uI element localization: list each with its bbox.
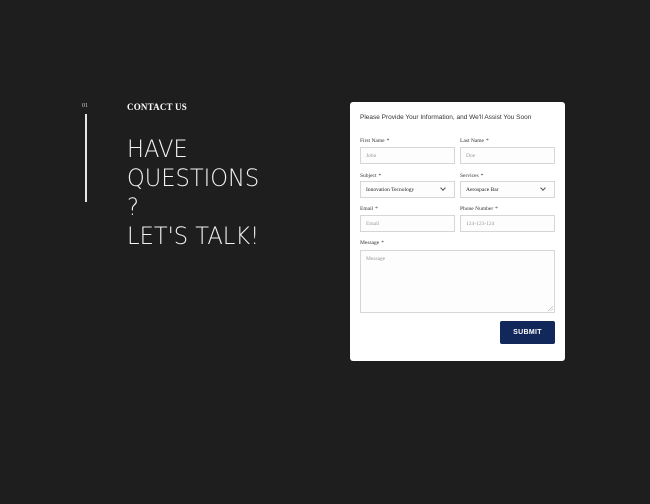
phone-label: Phone Number * [460,206,498,212]
vertical-divider [85,114,87,202]
first-name-placeholder: John [366,152,377,159]
required-mark: * [485,138,489,144]
form-title: Please Provide Your Information, and We'… [360,114,532,121]
headline-line: QUESTIONS [127,164,260,192]
required-mark: * [495,206,498,212]
contact-form: Please Provide Your Information, and We'… [350,102,565,361]
step-number: 01 [82,103,88,109]
last-name-label-text: Last Name [460,138,484,144]
required-mark: * [386,138,390,144]
last-name-placeholder: Doe [466,152,476,159]
required-mark: * [381,240,384,246]
phone-placeholder: 124-123-124 [466,220,495,227]
services-label-text: Services [460,173,479,179]
last-name-label: Last Name * [460,138,489,144]
email-placeholder: Email [366,220,380,227]
first-name-label: First Name * [360,138,389,144]
first-name-label-text: First Name [360,138,385,144]
headline: HAVE QUESTIONS ? LET'S TALK! [127,135,268,251]
chevron-down-icon [440,185,446,191]
required-mark: * [375,206,378,212]
email-label: Email * [360,206,378,212]
chevron-down-icon [540,185,546,191]
resize-handle-icon[interactable] [548,306,553,311]
section-eyebrow: CONTACT US [127,102,187,112]
email-input[interactable]: Email [360,215,455,232]
submit-button[interactable]: SUBMIT [500,321,555,344]
headline-line: LET'S TALK! [127,222,260,250]
required-mark: * [378,173,382,179]
phone-input[interactable]: 124-123-124 [460,215,555,232]
subject-value: Innovation Tecnology [366,186,415,193]
headline-line: ? [127,193,139,221]
required-mark: * [480,173,484,179]
contact-section: 01 CONTACT US HAVE QUESTIONS ? LET'S TAL… [0,0,650,504]
phone-label-text: Phone Number [460,206,494,212]
services-label: Services * [460,173,483,179]
message-placeholder: Message [366,256,386,262]
subject-select[interactable]: Innovation Tecnology [360,181,455,198]
last-name-input[interactable]: Doe [460,147,555,164]
services-select[interactable]: Aerospace Bar [460,181,555,198]
services-value: Aerospace Bar [466,186,499,193]
subject-label: Subject * [360,173,381,179]
message-textarea[interactable]: Message [360,250,555,313]
email-label-text: Email [360,206,374,212]
first-name-input[interactable]: John [360,147,455,164]
subject-label-text: Subject [360,173,377,179]
headline-line: HAVE [127,135,188,163]
message-label: Message * [360,240,384,246]
message-label-text: Message [360,240,380,246]
